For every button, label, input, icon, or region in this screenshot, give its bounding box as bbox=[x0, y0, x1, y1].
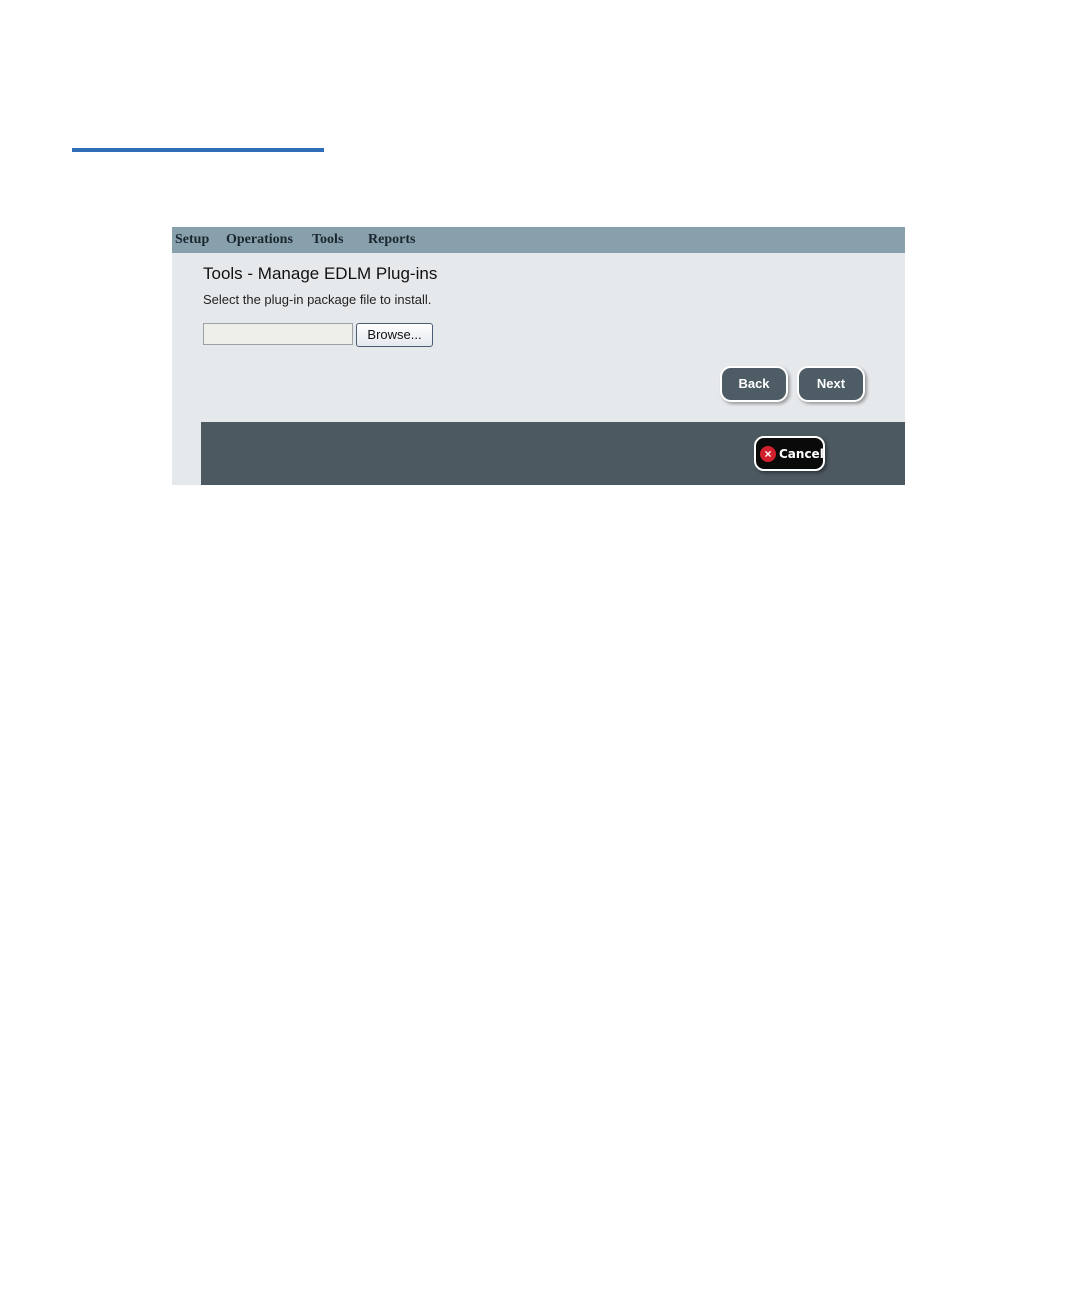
section-accent-rule bbox=[72, 148, 324, 152]
menu-setup[interactable]: Setup bbox=[175, 232, 209, 248]
edlm-plugin-window: Setup Operations Tools Reports Tools - M… bbox=[172, 227, 905, 485]
footer-bar: × Cancel bbox=[201, 422, 905, 485]
next-button[interactable]: Next bbox=[797, 366, 865, 402]
document-page: Setup Operations Tools Reports Tools - M… bbox=[0, 0, 1080, 1296]
menu-reports[interactable]: Reports bbox=[368, 232, 415, 248]
cancel-label: Cancel bbox=[779, 447, 824, 461]
menu-bar: Setup Operations Tools Reports bbox=[172, 227, 905, 253]
cancel-button[interactable]: × Cancel bbox=[754, 436, 825, 471]
plugin-file-input[interactable] bbox=[203, 323, 353, 345]
browse-button[interactable]: Browse... bbox=[356, 323, 433, 347]
menu-operations[interactable]: Operations bbox=[226, 232, 293, 248]
back-button[interactable]: Back bbox=[720, 366, 788, 402]
menu-tools[interactable]: Tools bbox=[312, 232, 343, 248]
page-title: Tools - Manage EDLM Plug-ins bbox=[203, 264, 438, 283]
instruction-text: Select the plug-in package file to insta… bbox=[203, 292, 432, 307]
x-icon: × bbox=[760, 446, 776, 462]
